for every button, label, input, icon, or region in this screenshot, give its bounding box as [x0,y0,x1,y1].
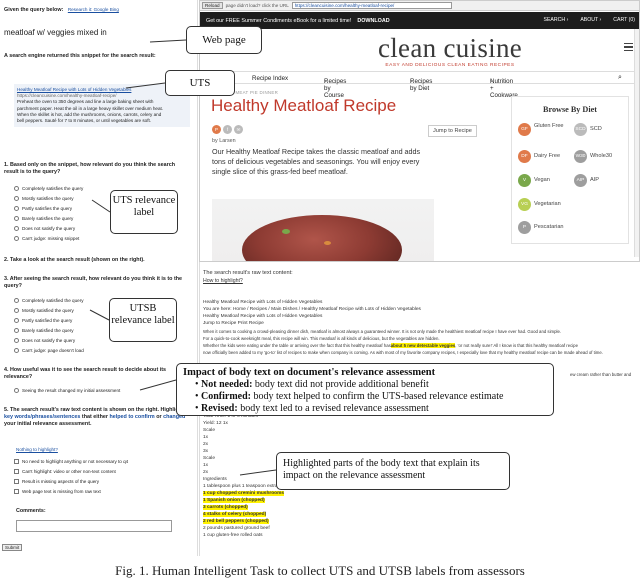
figure-caption: Fig. 1. Human Intelligent Task to collec… [115,563,525,578]
connector-utsb-rel [89,309,110,321]
callout-connectors [89,39,277,476]
connector-uts-rel [91,199,111,213]
connector-webpage [149,39,187,43]
connector-highlight [239,469,277,476]
connector-uts [125,82,166,89]
connector-impact [139,379,177,391]
